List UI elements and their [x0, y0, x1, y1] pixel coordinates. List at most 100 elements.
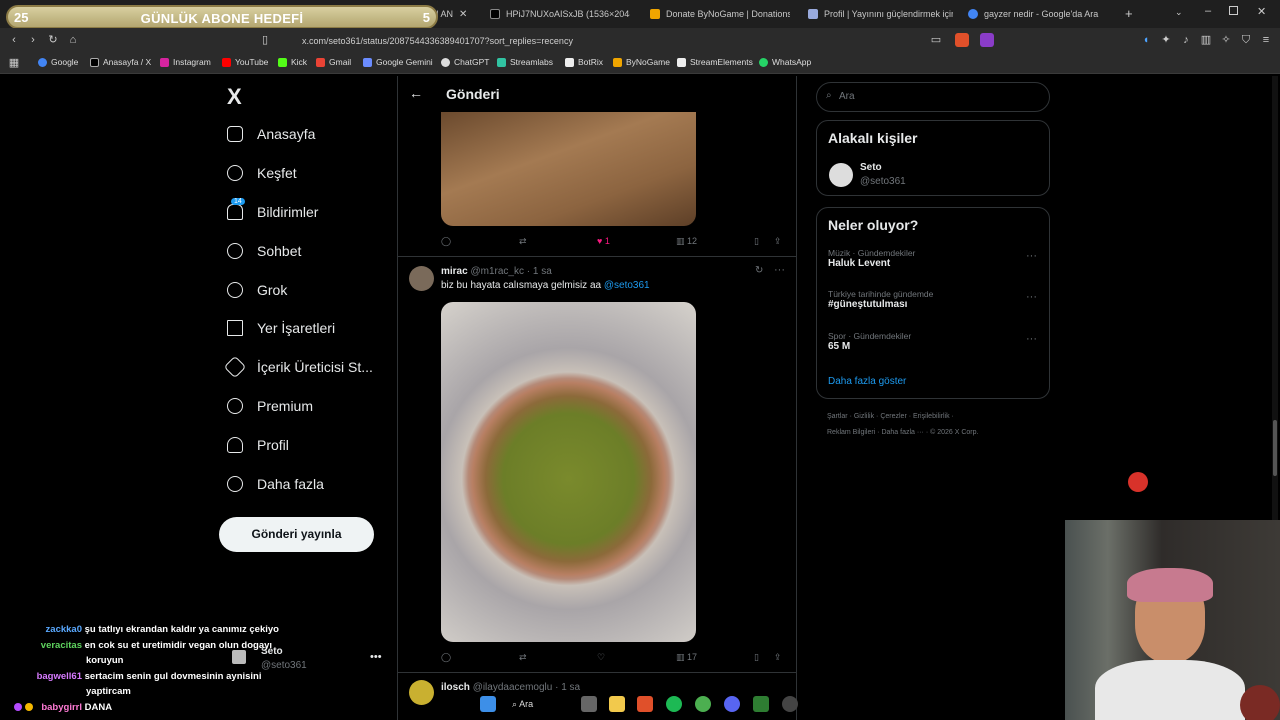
more-icon[interactable]: •••	[370, 651, 382, 663]
home-icon[interactable]: ⌂	[67, 34, 79, 46]
person-name[interactable]: Seto	[860, 162, 882, 173]
menu-icon[interactable]: ≡	[1260, 34, 1272, 46]
reply-icon[interactable]: ◯	[441, 236, 451, 247]
nav-chat[interactable]: Sohbet	[227, 239, 301, 263]
footer-link[interactable]: Gizlilik	[854, 413, 874, 420]
more-icon[interactable]: ···	[774, 264, 785, 276]
nav-grok[interactable]: Grok	[227, 278, 287, 302]
repost-icon[interactable]: ⇄	[519, 236, 527, 247]
bookmark-streamelements[interactable]: StreamElements	[677, 57, 753, 67]
heart-icon[interactable]: ♡	[597, 652, 605, 663]
timestamp[interactable]: · 1 sa	[527, 266, 552, 277]
bookmark-instagram[interactable]: Instagram	[160, 57, 211, 67]
x-logo[interactable]: X	[227, 84, 242, 110]
nav-explore[interactable]: Keşfet	[227, 161, 297, 185]
close-window-button[interactable]: ✕	[1257, 5, 1266, 18]
bookmark-icon[interactable]: ▯	[259, 34, 271, 46]
nav-premium[interactable]: Premium	[227, 394, 313, 418]
back-arrow-icon[interactable]: ←	[409, 85, 423, 101]
bookmark-kick[interactable]: Kick	[278, 57, 307, 67]
brave-icon[interactable]	[637, 696, 653, 712]
bookmark-x[interactable]: Anasayfa / X	[90, 57, 151, 67]
url-field[interactable]: x.com/seto361/status/2087544336389401707…	[280, 33, 945, 49]
trend-item[interactable]: Türkiye tarihinde gündemde #güneştutulma…	[828, 289, 1043, 310]
vpn-icon[interactable]: ⛉	[1240, 34, 1252, 46]
nav-home[interactable]: Anasayfa	[227, 122, 315, 146]
more-icon[interactable]: ···	[1026, 333, 1037, 345]
footer-link[interactable]: Daha fazla ···	[881, 429, 923, 436]
footer-link[interactable]: Çerezler	[880, 413, 906, 420]
sidebar-icon[interactable]: ▥	[1200, 34, 1212, 46]
tab-donate[interactable]: Donate ByNoGame | Donations	[650, 4, 790, 24]
post-button[interactable]: Gönderi yayınla	[219, 517, 374, 552]
views-button[interactable]: ▥ 12	[676, 236, 697, 247]
footer-link[interactable]: Şartlar	[827, 413, 848, 420]
avatar[interactable]	[409, 266, 434, 291]
cast-icon[interactable]: ▭	[930, 34, 942, 46]
reply-image-food[interactable]	[441, 302, 696, 642]
bookmark-bynogame[interactable]: ByNoGame	[613, 57, 670, 67]
nav-more[interactable]: Daha fazla	[227, 472, 324, 496]
scrollbar-thumb[interactable]	[1273, 420, 1277, 476]
like-button[interactable]: ♥ 1	[597, 236, 610, 246]
person-handle[interactable]: @seto361	[860, 176, 906, 187]
forward-icon[interactable]: ›	[27, 34, 39, 46]
audio-icon[interactable]: ◖	[1140, 34, 1152, 46]
bookmark-icon[interactable]: ▯	[754, 236, 759, 247]
more-icon[interactable]: ···	[1026, 250, 1037, 262]
spotify-icon[interactable]	[666, 696, 682, 712]
tab-profile[interactable]: Profil | Yayınını güçlendirmek için e	[808, 4, 953, 24]
avatar[interactable]	[409, 680, 434, 705]
new-tab-button[interactable]: +	[1125, 6, 1133, 21]
brave-shield-icon[interactable]	[955, 33, 969, 47]
bookmark-youtube[interactable]: YouTube	[222, 57, 268, 67]
footer-link[interactable]: Erişilebilirlik	[913, 413, 950, 420]
grok-icon[interactable]: ↻	[755, 265, 763, 276]
bookmark-streamlabs[interactable]: Streamlabs	[497, 57, 553, 67]
trend-item[interactable]: Spor · Gündemdekiler 65 M	[828, 331, 1043, 352]
repost-icon[interactable]: ⇄	[519, 652, 527, 663]
obs-icon[interactable]	[782, 696, 798, 712]
tab-image[interactable]: HPiJ7NUXoAISxJB (1536×2048)	[490, 4, 630, 24]
brave-rewards-icon[interactable]	[980, 33, 994, 47]
avatar[interactable]	[829, 163, 853, 187]
bookmark-gmail[interactable]: Gmail	[316, 57, 351, 67]
bookmark-google[interactable]: Google	[38, 57, 78, 67]
kick-icon[interactable]	[753, 696, 769, 712]
nav-creator-studio[interactable]: İçerik Üreticisi St...	[223, 355, 373, 379]
bookmark-gemini[interactable]: Google Gemini	[363, 57, 433, 67]
footer-link[interactable]: Reklam Bilgileri	[827, 429, 875, 436]
apps-grid-icon[interactable]: ▦	[8, 57, 20, 69]
reload-icon[interactable]: ↻	[47, 34, 59, 46]
leo-icon[interactable]: ✧	[1220, 34, 1232, 46]
nav-notifications[interactable]: 14 Bildirimler	[227, 198, 318, 224]
show-more-link[interactable]: Daha fazla göster	[828, 376, 906, 387]
views-button[interactable]: ▥ 17	[676, 652, 697, 663]
task-view-icon[interactable]	[581, 696, 597, 712]
nav-bookmarks[interactable]: Yer İşaretleri	[227, 316, 335, 340]
more-icon[interactable]: ···	[1026, 291, 1037, 303]
chevron-down-icon[interactable]: ⌄	[1175, 7, 1183, 18]
taskbar-search[interactable]: ⌕ Ara	[508, 694, 580, 714]
author-name[interactable]: mirac	[441, 266, 468, 277]
share-icon[interactable]: ⇪	[774, 652, 782, 663]
close-icon[interactable]: ✕	[459, 9, 467, 20]
search-input[interactable]: Ara	[816, 82, 1050, 112]
discord-icon[interactable]	[724, 696, 740, 712]
avatar[interactable]	[232, 650, 246, 664]
file-explorer-icon[interactable]	[609, 696, 625, 712]
bookmark-chatgpt[interactable]: ChatGPT	[441, 57, 489, 67]
share-icon[interactable]: ⇪	[774, 236, 782, 247]
windows-start-icon[interactable]	[480, 696, 496, 712]
chrome-icon[interactable]	[695, 696, 711, 712]
bookmark-whatsapp[interactable]: WhatsApp	[759, 57, 811, 67]
minimize-button[interactable]: –	[1205, 5, 1211, 17]
reply-image-wood[interactable]	[441, 112, 696, 226]
maximize-button[interactable]	[1229, 6, 1238, 15]
mention-link[interactable]: @seto361	[604, 280, 650, 291]
author-handle[interactable]: @m1rac_kc	[470, 266, 524, 277]
tab-active[interactable]: N AN ✕	[432, 4, 472, 24]
back-icon[interactable]: ‹	[8, 34, 20, 46]
music-icon[interactable]: ♪	[1180, 34, 1192, 46]
bookmark-icon[interactable]: ▯	[754, 652, 759, 663]
